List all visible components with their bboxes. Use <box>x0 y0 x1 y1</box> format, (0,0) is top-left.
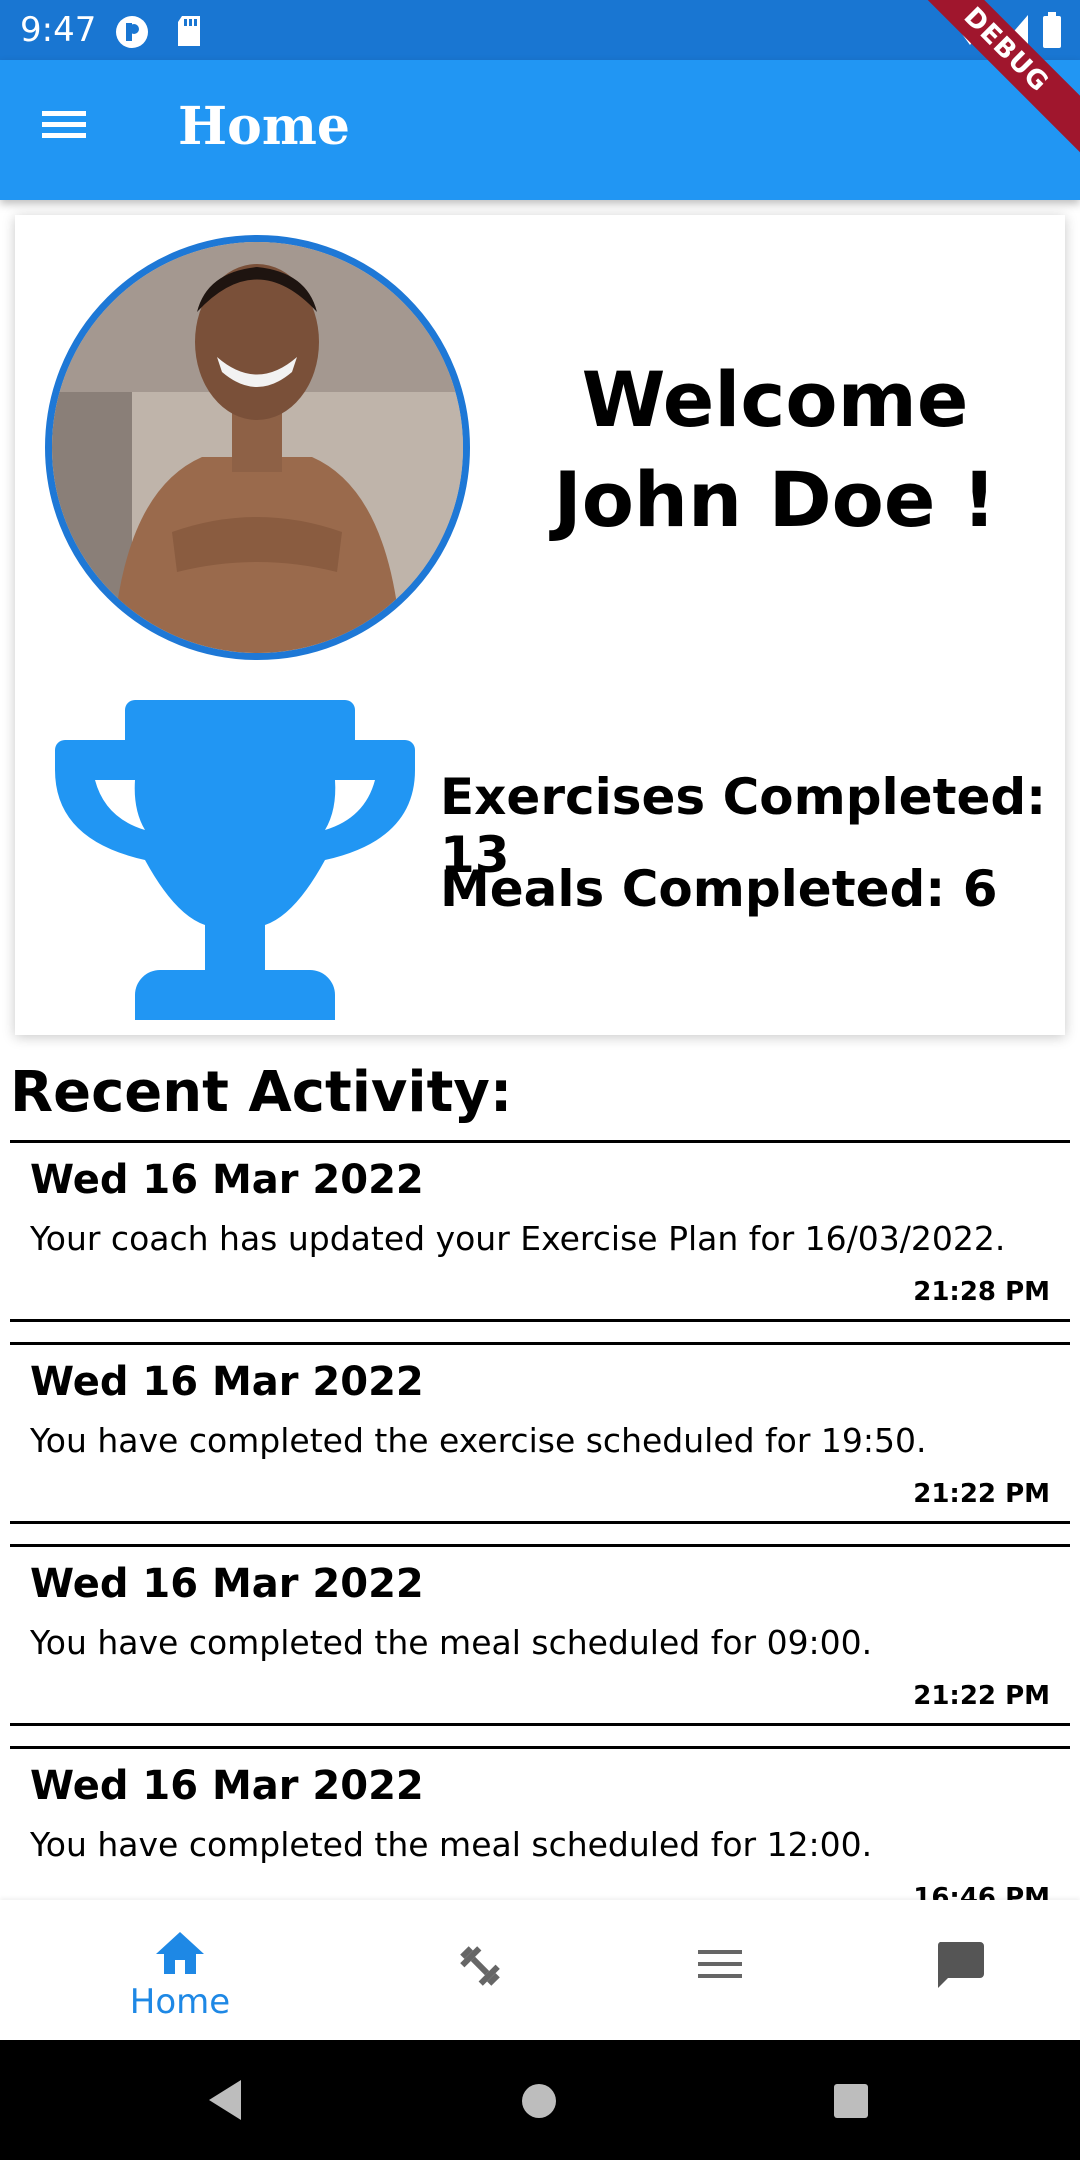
activity-item[interactable]: Wed 16 Mar 2022 You have completed the e… <box>10 1342 1070 1524</box>
meals-completed-stat: Meals Completed: 6 <box>440 860 998 918</box>
bottom-navigation: Home <box>0 1900 1080 2040</box>
chat-icon <box>937 1942 984 1988</box>
home-circle-icon[interactable] <box>520 2082 558 2120</box>
activity-time: 16:46 PM <box>913 1883 1050 1900</box>
trophy-icon <box>55 700 415 1020</box>
status-bar: 9:47 <box>0 0 1080 60</box>
profile-photo <box>52 242 463 653</box>
activity-date: Wed 16 Mar 2022 <box>30 1359 424 1405</box>
activity-date: Wed 16 Mar 2022 <box>30 1561 424 1607</box>
nav-item-menu[interactable] <box>585 1900 855 2040</box>
activity-message: You have completed the exercise schedule… <box>30 1421 927 1460</box>
activity-message: Your coach has updated your Exercise Pla… <box>30 1219 1006 1258</box>
activity-time: 21:28 PM <box>913 1277 1050 1307</box>
nav-item-exercises[interactable] <box>345 1900 615 2040</box>
nav-label-home: Home <box>129 1982 231 2022</box>
activity-date: Wed 16 Mar 2022 <box>30 1157 424 1203</box>
recents-icon[interactable] <box>832 2082 870 2120</box>
avatar <box>45 235 470 660</box>
app-bar: Home <box>0 60 1080 200</box>
activity-time: 21:22 PM <box>913 1681 1050 1711</box>
drawer-menu-button[interactable] <box>40 105 100 155</box>
nav-item-chat[interactable] <box>825 1900 1080 2040</box>
welcome-message: Welcome John Doe ! <box>495 350 1055 550</box>
home-icon <box>156 1932 204 1974</box>
hamburger-menu-icon <box>42 111 86 138</box>
activity-time: 21:22 PM <box>913 1479 1050 1509</box>
dumbbell-icon <box>460 1946 500 1986</box>
sd-card-icon <box>178 16 200 46</box>
menu-lines-icon <box>698 1950 742 1978</box>
page-title: Home <box>178 96 350 157</box>
profile-card: Welcome John Doe ! Exercises Completed: … <box>15 215 1065 1035</box>
battery-icon <box>1043 12 1061 48</box>
recent-activity-heading: Recent Activity: <box>10 1060 513 1125</box>
welcome-line2: John Doe ! <box>553 455 997 544</box>
activity-item[interactable]: Wed 16 Mar 2022 You have completed the m… <box>10 1544 1070 1726</box>
activity-date: Wed 16 Mar 2022 <box>30 1763 424 1809</box>
activity-item[interactable]: Wed 16 Mar 2022 Your coach has updated y… <box>10 1140 1070 1322</box>
system-navigation-bar <box>0 2040 1080 2160</box>
back-icon[interactable] <box>205 2078 245 2122</box>
nav-item-home[interactable]: Home <box>45 1900 315 2040</box>
notification-app-icon <box>116 16 148 48</box>
activity-message: You have completed the meal scheduled fo… <box>30 1623 873 1662</box>
activity-message: You have completed the meal scheduled fo… <box>30 1825 873 1864</box>
welcome-line1: Welcome <box>581 355 969 444</box>
status-time: 9:47 <box>20 10 97 50</box>
activity-list[interactable]: Wed 16 Mar 2022 Your coach has updated y… <box>0 1140 1080 1900</box>
activity-item[interactable]: Wed 16 Mar 2022 You have completed the m… <box>10 1746 1070 1900</box>
